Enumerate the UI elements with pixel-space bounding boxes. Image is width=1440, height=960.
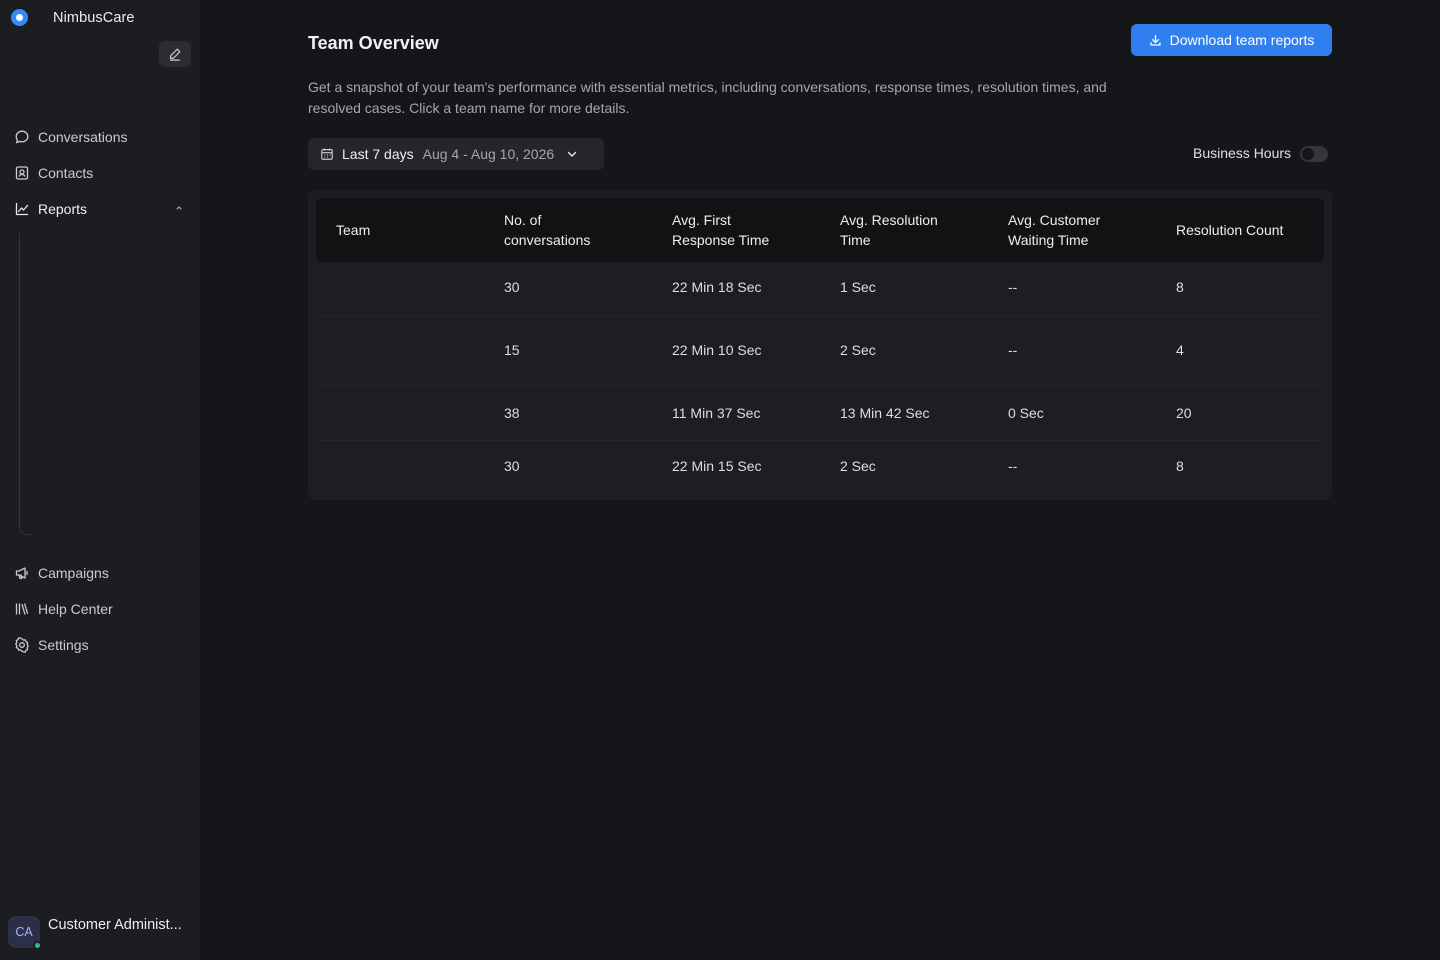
line-chart-icon — [14, 201, 30, 217]
sidebar-item-label: Reports — [38, 201, 88, 217]
pencil-icon — [170, 48, 181, 61]
sidebar-item-label: Conversations — [38, 129, 128, 145]
table-cell: 4 — [1176, 342, 1184, 358]
table-cell: 20 — [1176, 405, 1192, 421]
sidebar-item-label: Campaigns — [38, 565, 109, 581]
user-name: Customer Administ... — [48, 917, 182, 933]
business-hours-toggle[interactable] — [1300, 146, 1329, 162]
download-icon — [1150, 34, 1161, 46]
column-header-conversations[interactable]: No. of conversations — [504, 210, 590, 250]
table-cell: 22 Min 15 Sec — [672, 458, 762, 474]
date-range-label: Last 7 days — [342, 146, 414, 162]
table-cell: -- — [1008, 458, 1018, 474]
app-root: NimbusCare Conversations Contacts Report… — [0, 0, 1440, 960]
table-cell: 2 Sec — [840, 342, 876, 358]
column-header-waiting-time[interactable]: Avg. Customer Waiting Time — [1008, 210, 1100, 250]
sidebar-item-settings[interactable]: Settings — [14, 634, 89, 656]
download-team-reports-button[interactable]: Download team reports — [1131, 24, 1332, 56]
toggle-knob — [1302, 148, 1315, 160]
table-row[interactable]: 30 22 Min 15 Sec 2 Sec -- 8 — [316, 441, 1324, 496]
online-status-dot — [33, 941, 42, 950]
column-header-first-response[interactable]: Avg. First Response Time — [672, 210, 769, 250]
table-cell: 13 Min 42 Sec — [840, 405, 930, 421]
table-cell: 8 — [1176, 458, 1184, 474]
business-hours-label: Business Hours — [1193, 145, 1292, 161]
reports-submenu-guide — [19, 233, 31, 535]
library-icon — [14, 601, 30, 617]
compose-button[interactable] — [159, 41, 191, 67]
table-cell: 0 Sec — [1008, 405, 1044, 421]
brand-logo-icon — [11, 9, 28, 26]
sidebar-item-conversations[interactable]: Conversations — [14, 126, 128, 148]
team-overview-table: Team No. of conversations Avg. First Res… — [308, 190, 1332, 500]
sidebar-item-help-center[interactable]: Help Center — [14, 598, 113, 620]
sidebar-item-reports[interactable]: Reports — [14, 198, 87, 220]
table-cell: -- — [1008, 342, 1018, 358]
column-header-resolution-count[interactable]: Resolution Count — [1176, 220, 1283, 240]
table-cell: 22 Min 10 Sec — [672, 342, 762, 358]
contact-card-icon — [14, 165, 30, 181]
page-description: Get a snapshot of your team's performanc… — [308, 79, 1107, 116]
table-cell: 30 — [504, 458, 520, 474]
chevron-down-icon — [566, 148, 578, 160]
table-row[interactable]: 15 22 Min 10 Sec 2 Sec -- 4 — [316, 316, 1324, 386]
table-cell: -- — [1008, 279, 1018, 295]
date-range-picker[interactable]: Last 7 days Aug 4 - Aug 10, 2026 — [308, 138, 604, 170]
table-cell: 8 — [1176, 279, 1184, 295]
column-header-team[interactable]: Team — [336, 220, 370, 240]
table-row[interactable]: 30 22 Min 18 Sec 1 Sec -- 8 — [316, 262, 1324, 316]
sidebar: NimbusCare Conversations Contacts Report… — [0, 0, 200, 960]
sidebar-item-label: Settings — [38, 637, 89, 653]
table-cell: 30 — [504, 279, 520, 295]
brand[interactable]: NimbusCare — [11, 9, 135, 26]
sidebar-item-label: Contacts — [38, 165, 94, 181]
page-title: Team Overview — [308, 33, 439, 53]
avatar-initials: CA — [15, 925, 33, 939]
table-cell: 11 Min 37 Sec — [672, 405, 761, 421]
sidebar-item-contacts[interactable]: Contacts — [14, 162, 93, 184]
calendar-icon — [321, 148, 333, 160]
table-row[interactable]: 38 11 Min 37 Sec 13 Min 42 Sec 0 Sec 20 — [316, 386, 1324, 441]
download-button-label: Download team reports — [1169, 32, 1315, 48]
table-cell: 1 Sec — [840, 279, 876, 295]
gear-icon — [14, 637, 30, 653]
column-header-resolution-time[interactable]: Avg. Resolution Time — [840, 210, 938, 250]
chevron-up-icon[interactable] — [173, 202, 185, 214]
user-menu[interactable]: CA Customer Administ... — [8, 916, 182, 950]
table-cell: 2 Sec — [840, 458, 876, 474]
brand-name: NimbusCare — [53, 9, 135, 26]
table-cell: 15 — [504, 342, 520, 358]
business-hours-control: Business Hours — [1193, 144, 1329, 162]
chat-bubble-icon — [14, 129, 30, 145]
avatar: CA — [8, 916, 42, 950]
megaphone-icon — [14, 565, 30, 581]
table-cell: 38 — [504, 405, 520, 421]
table-cell: 22 Min 18 Sec — [672, 279, 762, 295]
table-header-row: Team No. of conversations Avg. First Res… — [316, 198, 1324, 262]
sidebar-item-campaigns[interactable]: Campaigns — [14, 562, 109, 584]
date-range-dates: Aug 4 - Aug 10, 2026 — [422, 146, 555, 162]
sidebar-item-label: Help Center — [38, 601, 113, 617]
